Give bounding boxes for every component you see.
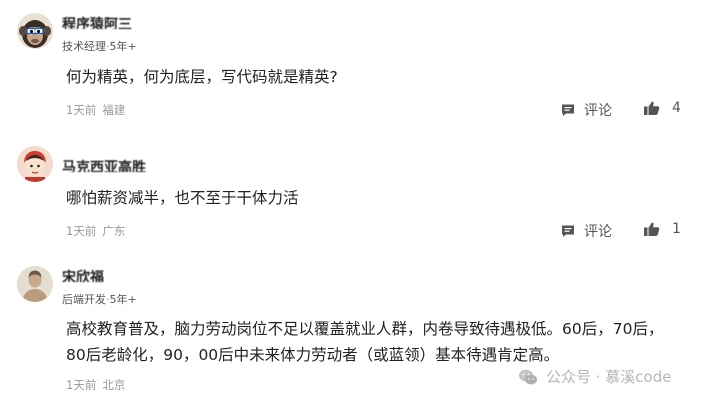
comment-icon: [562, 225, 574, 237]
comment-text-line: 何为精英，何为底层，写代码就是精英?: [66, 68, 338, 86]
comment-time: 1天前: [66, 224, 97, 238]
comment-text-line: 高校教育普及，脑力劳动岗位不足以覆盖就业人群，内卷导致待遇极低。60后，70后，: [66, 320, 664, 338]
user-meta: 技术经理·5年+: [62, 40, 137, 53]
thumbs-up-icon: [644, 222, 660, 236]
comment-text: 何为精英，何为底层，写代码就是精英?: [66, 64, 338, 90]
username[interactable]: 程序猿阿三: [62, 15, 132, 29]
thumbs-up-icon: [644, 101, 660, 115]
like-button[interactable]: 4: [643, 100, 681, 116]
avatar[interactable]: [17, 266, 53, 302]
comment-time: 1天前: [66, 103, 97, 117]
user-tenure: 5年+: [109, 293, 137, 306]
user-role: 技术经理: [62, 40, 106, 53]
comment-text-line: 80后老龄化，90，00后中未来体力劳动者（或蓝领）基本待遇肯定高。: [66, 346, 560, 364]
reply-label: 评论: [584, 103, 612, 119]
like-count: 4: [672, 100, 681, 116]
comment-location: 北京: [102, 378, 126, 392]
comment-text-line: 哪怕薪资减半，也不至于干体力活: [66, 189, 299, 207]
avatar[interactable]: [17, 13, 53, 49]
cartoon-face-avatar-icon: [17, 146, 53, 182]
username[interactable]: 宋欣福: [62, 268, 104, 282]
monkey-avatar-icon: [17, 13, 53, 49]
reply-label: 评论: [584, 224, 612, 240]
comment-time: 1天前: [66, 378, 97, 392]
wechat-icon: [519, 369, 537, 384]
comment-text: 哪怕薪资减半，也不至于干体力活: [66, 185, 299, 211]
photo-avatar-icon: [17, 266, 53, 302]
avatar[interactable]: [17, 146, 53, 182]
user-tenure: 5年+: [109, 40, 137, 53]
user-role: 后端开发: [62, 293, 106, 306]
like-button[interactable]: 1: [643, 221, 681, 237]
watermark: 公众号 · 慕溪code: [518, 366, 671, 387]
username[interactable]: 马克西亚高胜: [62, 158, 146, 172]
comment-location: 广东: [102, 224, 126, 238]
comment-footer: 1天前 广东: [66, 223, 125, 239]
reply-button[interactable]: 评论: [560, 221, 612, 241]
comment-icon: [562, 104, 574, 116]
reply-button[interactable]: 评论: [560, 100, 612, 120]
like-count: 1: [672, 221, 681, 237]
comment-footer: 1天前 北京: [66, 377, 125, 393]
comment-text: 高校教育普及，脑力劳动岗位不足以覆盖就业人群，内卷导致待遇极低。60后，70后，…: [66, 316, 663, 368]
comment-location: 福建: [102, 103, 126, 117]
watermark-text: 公众号 · 慕溪code: [546, 368, 672, 386]
comment-footer: 1天前 福建: [66, 102, 125, 118]
user-meta: 后端开发·5年+: [62, 293, 137, 306]
